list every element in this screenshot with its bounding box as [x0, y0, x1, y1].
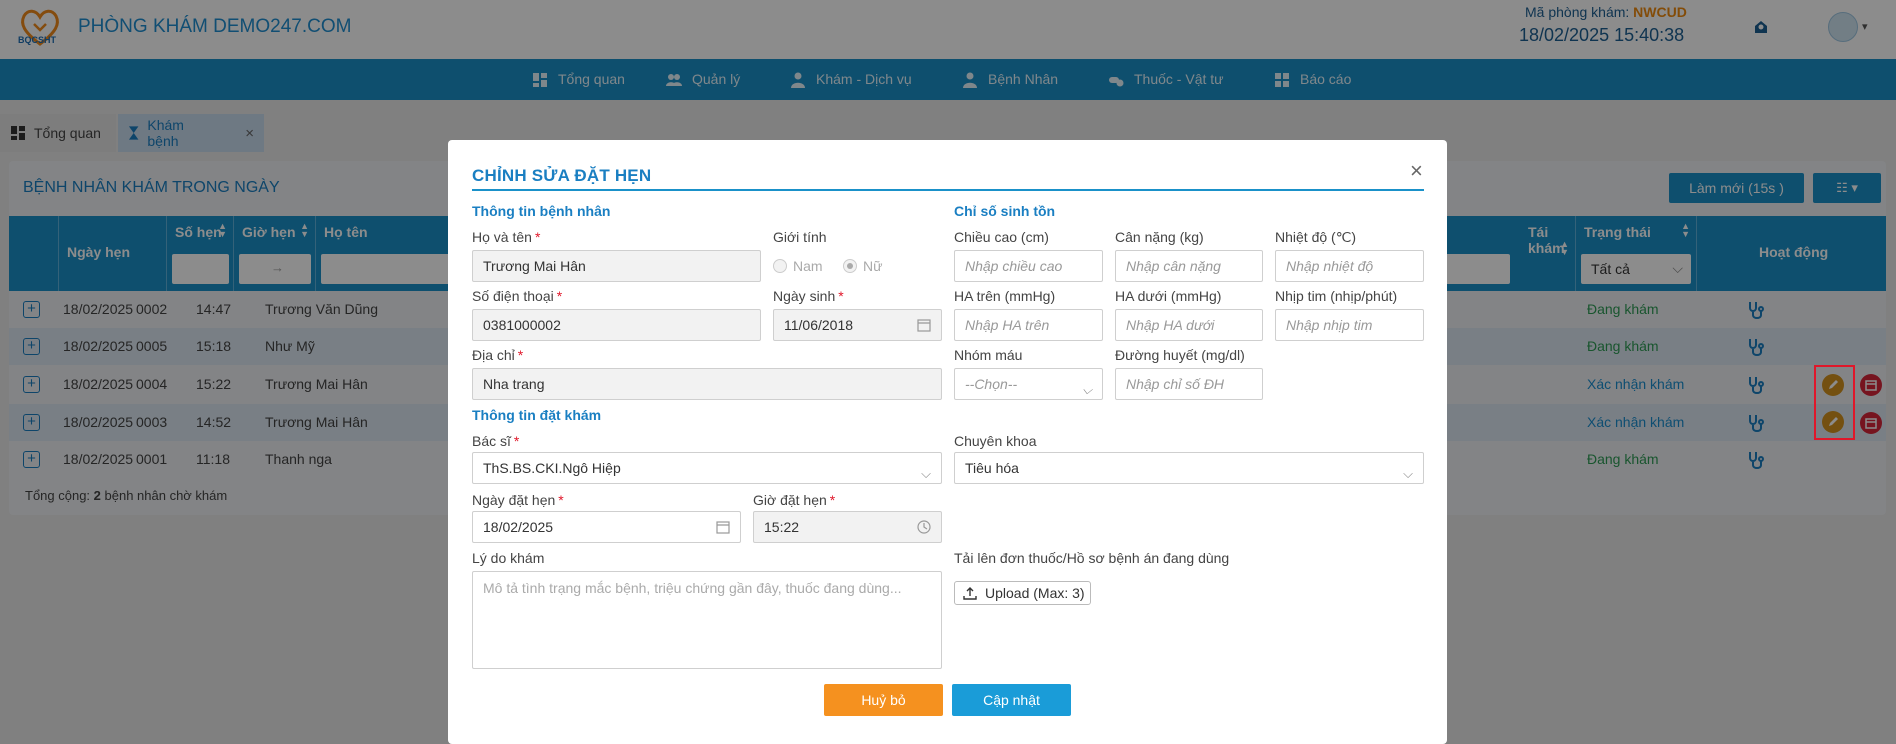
required-mark: * [517, 347, 524, 363]
bp-high-label: HA trên (mmHg) [954, 288, 1056, 304]
bp-low-placeholder: Nhập HA dưới [1126, 317, 1215, 333]
appt-time-input[interactable]: 15:22 [753, 511, 942, 543]
phone-label-text: Số điện thoại [472, 288, 554, 304]
required-mark: * [558, 492, 564, 508]
full-name-label-text: Họ và tên [472, 229, 532, 245]
full-name-label: Họ và tên * [472, 229, 540, 245]
height-input[interactable]: Nhập chiều cao [954, 250, 1103, 282]
temperature-placeholder: Nhập nhiệt độ [1286, 258, 1374, 274]
required-mark: * [838, 288, 844, 304]
address-label-text: Địa chỉ [472, 347, 515, 363]
reason-placeholder: Mô tả tình trạng mắc bệnh, triệu chứng g… [483, 580, 902, 596]
update-button[interactable]: Cập nhật [952, 684, 1071, 716]
pulse-input[interactable]: Nhập nhịp tim [1275, 309, 1424, 341]
bp-high-input[interactable]: Nhập HA trên [954, 309, 1103, 341]
patient-info-heading: Thông tin bệnh nhân [472, 203, 611, 219]
gender-male-label: Nam [793, 258, 823, 274]
gender-male-radio[interactable]: Nam [773, 258, 823, 274]
upload-icon [963, 587, 977, 600]
blood-type-select[interactable]: --Chọn-- ⌵ [954, 368, 1103, 400]
gender-label: Giới tính [773, 229, 827, 245]
pulse-placeholder: Nhập nhịp tim [1286, 317, 1373, 333]
reason-label: Lý do khám [472, 550, 545, 566]
specialty-select[interactable]: Tiêu hóa ⌵ [954, 452, 1424, 484]
appt-date-input[interactable]: 18/02/2025 [472, 511, 741, 543]
appt-date-value: 18/02/2025 [483, 519, 554, 535]
dob-input[interactable]: 11/06/2018 [773, 309, 942, 341]
temperature-label: Nhiệt độ (℃) [1275, 229, 1357, 245]
required-mark: * [829, 492, 836, 508]
doctor-select[interactable]: ThS.BS.CKI.Ngô Hiệp ⌵ [472, 452, 942, 484]
appt-date-label-text: Ngày đặt hẹn [472, 492, 556, 508]
appt-time-value: 15:22 [764, 519, 800, 535]
upload-button-label: Upload (Max: 3) [985, 585, 1085, 601]
full-name-input[interactable]: Trương Mai Hân [472, 250, 761, 282]
highlight-box [1814, 365, 1855, 440]
address-label: Địa chỉ * [472, 347, 523, 363]
chevron-down-icon: ⌵ [1082, 382, 1092, 397]
edit-appointment-modal: CHỈNH SỬA ĐẶT HẸN × Thông tin bệnh nhân … [448, 140, 1447, 744]
dob-label: Ngày sinh * [773, 288, 844, 304]
blood-type-label: Nhóm máu [954, 347, 1023, 363]
phone-value: 0381000002 [483, 317, 561, 333]
height-placeholder: Nhập chiều cao [965, 258, 1063, 274]
modal-title-divider [472, 189, 1424, 191]
modal-title: CHỈNH SỬA ĐẶT HẸN [472, 166, 652, 185]
specialty-value: Tiêu hóa [965, 460, 1019, 476]
glucose-input[interactable]: Nhập chỉ số ĐH [1115, 368, 1263, 400]
weight-label: Cân nặng (kg) [1115, 229, 1204, 245]
full-name-value: Trương Mai Hân [483, 258, 586, 274]
doctor-value: ThS.BS.CKI.Ngô Hiệp [483, 460, 621, 476]
phone-label: Số điện thoại * [472, 288, 562, 304]
glucose-label: Đường huyết (mg/dl) [1115, 347, 1245, 363]
required-mark: * [556, 288, 563, 304]
vitals-heading: Chỉ số sinh tồn [954, 203, 1056, 219]
reason-textarea[interactable]: Mô tả tình trạng mắc bệnh, triệu chứng g… [472, 571, 942, 669]
dob-value: 11/06/2018 [784, 317, 854, 333]
weight-placeholder: Nhập cân nặng [1126, 258, 1221, 274]
upload-button[interactable]: Upload (Max: 3) [954, 581, 1091, 605]
clock-icon [917, 520, 931, 534]
phone-input[interactable]: 0381000002 [472, 309, 761, 341]
calendar-icon [716, 521, 730, 534]
blood-type-value: --Chọn-- [965, 376, 1018, 392]
bp-low-label: HA dưới (mmHg) [1115, 288, 1222, 304]
appt-time-label-text: Giờ đặt hẹn [753, 492, 827, 508]
chevron-down-icon: ⌵ [1403, 466, 1413, 481]
gender-female-radio[interactable]: Nữ [843, 258, 882, 274]
dob-label-text: Ngày sinh [773, 288, 836, 304]
upload-label: Tải lên đơn thuốc/Hồ sơ bệnh án đang dùn… [954, 550, 1230, 566]
specialty-label: Chuyên khoa [954, 433, 1037, 449]
doctor-label: Bác sĩ * [472, 433, 519, 449]
close-icon[interactable]: × [1410, 158, 1423, 184]
required-mark: * [513, 433, 520, 449]
radio-checked-icon [843, 259, 857, 273]
height-label: Chiều cao (cm) [954, 229, 1049, 245]
doctor-label-text: Bác sĩ [472, 433, 511, 449]
appt-time-label: Giờ đặt hẹn * [753, 492, 835, 508]
radio-icon [773, 259, 787, 273]
booking-info-heading: Thông tin đặt khám [472, 407, 602, 423]
cancel-button[interactable]: Huỷ bỏ [824, 684, 943, 716]
appt-date-label: Ngày đặt hẹn * [472, 492, 564, 508]
bp-low-input[interactable]: Nhập HA dưới [1115, 309, 1263, 341]
address-input[interactable]: Nha trang [472, 368, 942, 400]
temperature-input[interactable]: Nhập nhiệt độ [1275, 250, 1424, 282]
required-mark: * [534, 229, 541, 245]
gender-female-label: Nữ [863, 258, 883, 274]
chevron-down-icon: ⌵ [921, 466, 931, 481]
pulse-label: Nhịp tim (nhịp/phút) [1275, 288, 1398, 304]
glucose-placeholder: Nhập chỉ số ĐH [1126, 376, 1225, 392]
address-value: Nha trang [483, 376, 545, 392]
calendar-icon [917, 319, 931, 332]
weight-input[interactable]: Nhập cân nặng [1115, 250, 1263, 282]
bp-high-placeholder: Nhập HA trên [965, 317, 1050, 333]
